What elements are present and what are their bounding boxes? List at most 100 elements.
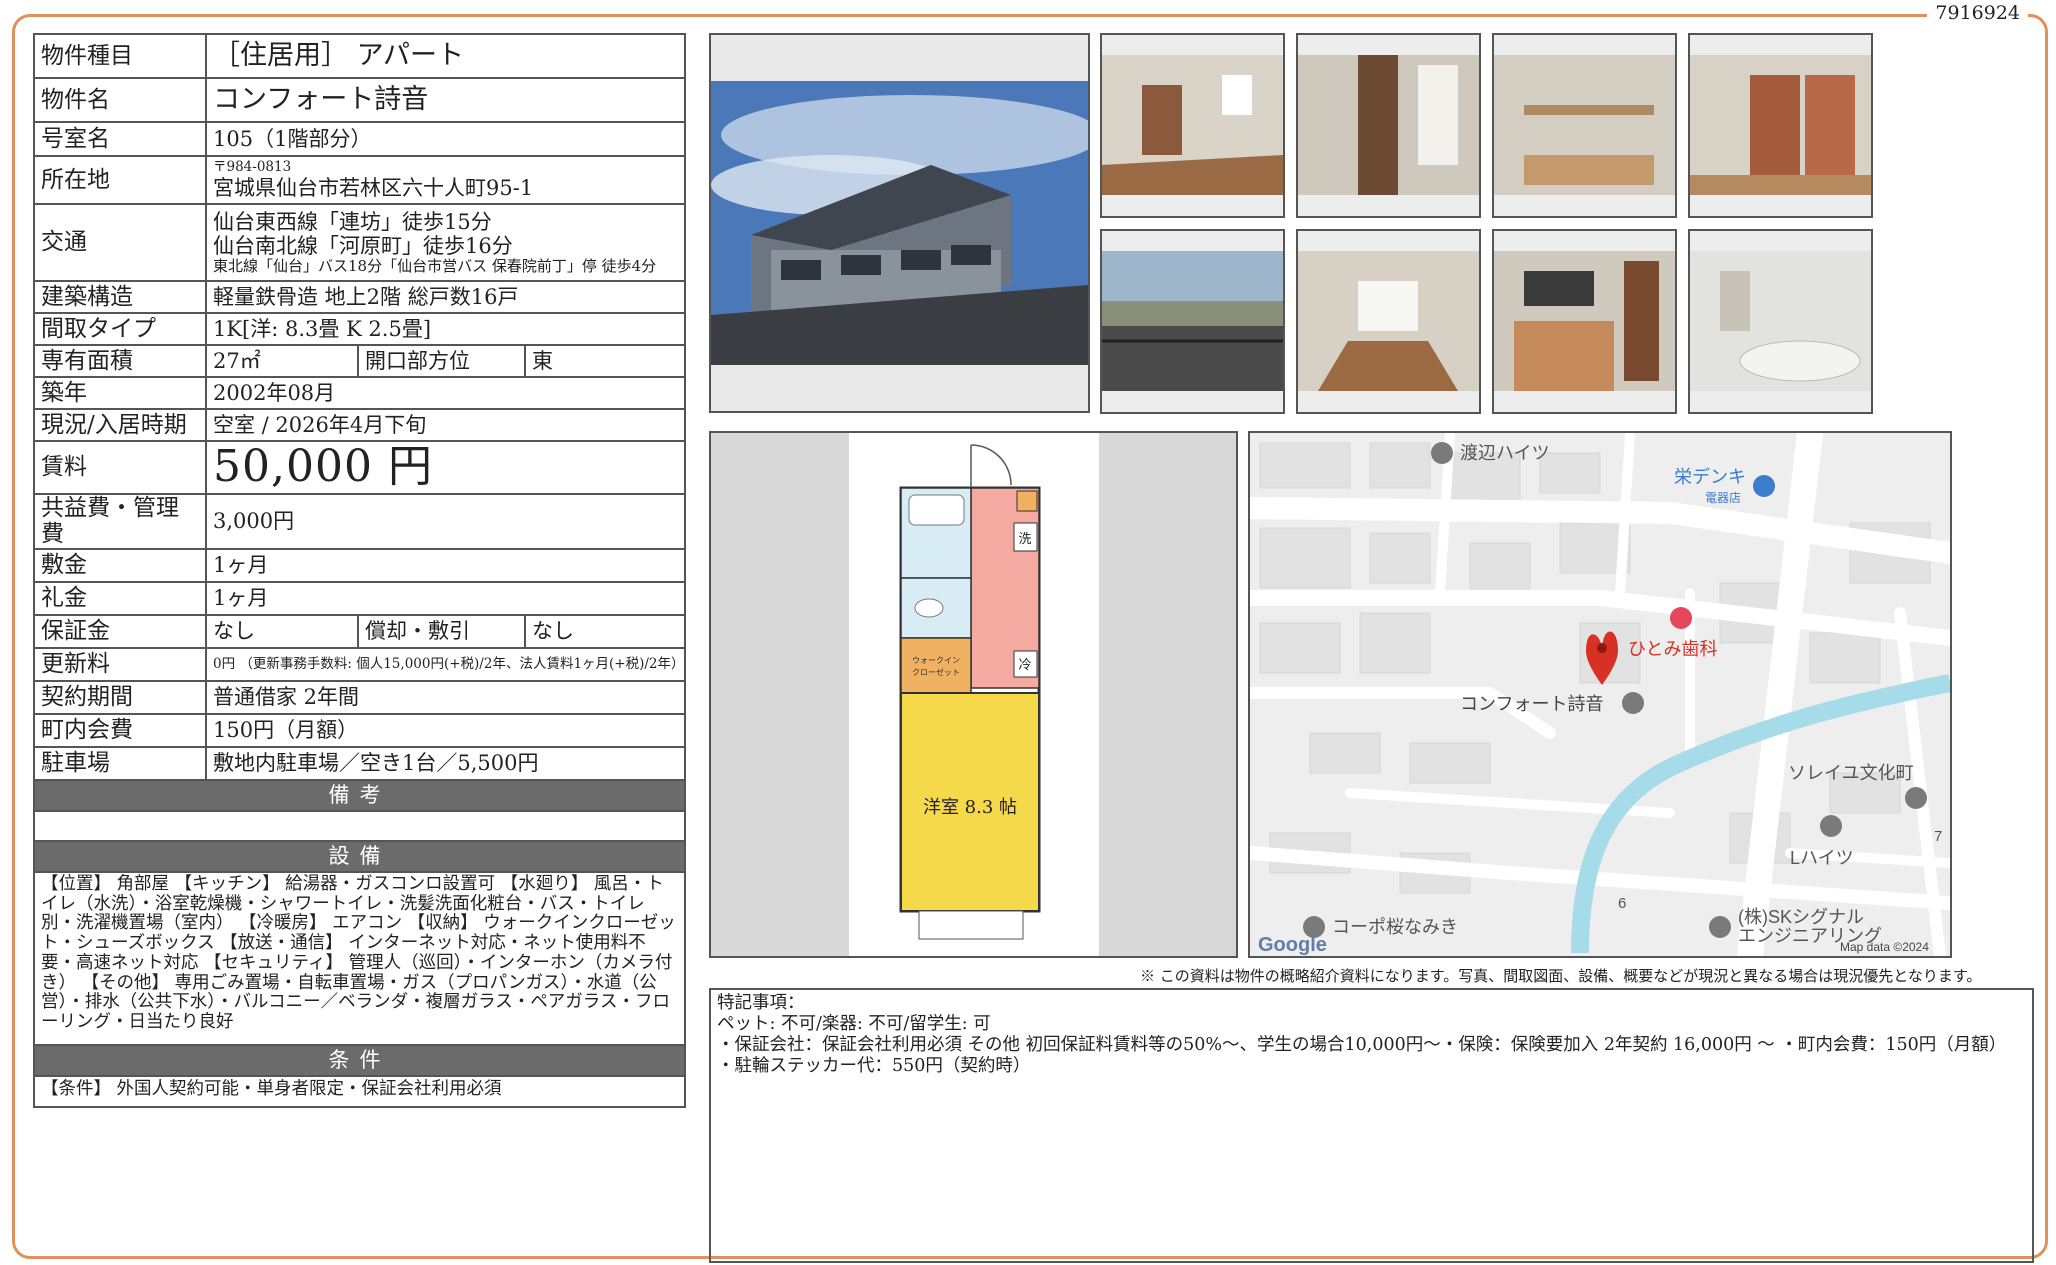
special-notes-line-1: ペット: 不可/楽器: 不可/留学生: 可	[717, 1014, 991, 1034]
equipment-text: 【位置】 角部屋 【キッチン】 給湯器・ガスコンロ設置可 【水廻り】 風呂・トイ…	[33, 870, 686, 1046]
row-rent: 賃料 50,000 円	[33, 440, 686, 495]
map-drawing: 渡辺ハイツ 栄デンキ 電器店 ひとみ歯科 コンフォート詩音 ソレイユ文化町 Lハ…	[1250, 433, 1950, 956]
label-room: 号室名	[33, 121, 207, 157]
label-rent: 賃料	[33, 440, 207, 495]
section-equipment-header: 設備	[33, 839, 686, 873]
equipment-heading: 設備	[33, 839, 686, 873]
label-fee: 共益費・管理費	[33, 493, 207, 550]
photo-thumb-storage-image	[1494, 35, 1675, 216]
photo-thumb-storage[interactable]	[1492, 33, 1677, 218]
label-key-money: 礼金	[33, 580, 207, 616]
label-renewal: 更新料	[33, 646, 207, 682]
value-deposit: 1ヶ月	[205, 547, 686, 583]
conditions-text: 【条件】 外国人契約可能・単身者限定・保証会社利用必須	[33, 1074, 686, 1108]
row-deposit: 敷金 1ヶ月	[33, 547, 686, 583]
fridge-label: 冷	[1018, 658, 1031, 673]
label-built: 築年	[33, 376, 207, 410]
map-label-soleil: ソレイユ文化町	[1788, 763, 1914, 783]
notes-heading: 備考	[33, 778, 686, 812]
value-name: コンフォート詩音	[205, 77, 686, 123]
row-type: 物件種目 ［住居用］ アパート	[33, 33, 686, 79]
row-key-money: 礼金 1ヶ月	[33, 580, 686, 616]
value-room: 105（1階部分）	[205, 121, 686, 157]
label-amortization: 償却・敷引	[357, 613, 526, 649]
floor-plan-sheet: ウォークイン クローゼット 洗 冷 洋室 8.3 帖	[849, 433, 1099, 956]
label-type: 物件種目	[33, 33, 207, 79]
closet-label-1: ウォークイン	[912, 656, 960, 665]
row-built: 築年 2002年08月	[33, 376, 686, 410]
value-rent: 50,000 円	[205, 440, 686, 495]
special-notes-title: 特記事項：	[717, 993, 805, 1013]
access-line-1: 仙台東西線「連坊」徒歩15分	[213, 209, 492, 234]
value-built: 2002年08月	[205, 376, 686, 410]
row-name: 物件名 コンフォート詩音	[33, 77, 686, 123]
disclaimer-text: ※ この資料は物件の概略紹介資料になります。写真、間取図面、設備、概要などが現況…	[1140, 967, 1982, 985]
value-area: 27㎡	[205, 344, 359, 378]
map-attribution: Map data ©2024	[1840, 940, 1929, 954]
section-notes-body	[33, 809, 686, 842]
value-structure: 軽量鉄骨造 地上2階 総戸数16戸	[205, 280, 686, 314]
section-notes-header: 備考	[33, 778, 686, 812]
floor-plan[interactable]: ウォークイン クローゼット 洗 冷 洋室 8.3 帖	[709, 431, 1238, 958]
map-label-l-heights: Lハイツ	[1790, 848, 1854, 868]
section-equipment-body: 【位置】 角部屋 【キッチン】 給湯器・ガスコンロ設置可 【水廻り】 風呂・トイ…	[33, 870, 686, 1046]
value-status: 空室 / 2026年4月下旬	[205, 408, 686, 442]
photo-thumb-kitchen[interactable]	[1492, 229, 1677, 414]
value-address: 〒984-0813 宮城県仙台市若林区六十人町95-1	[205, 155, 686, 205]
postal-code: 〒984-0813	[213, 159, 292, 176]
row-renewal: 更新料 0円 （更新事務手数料: 個人15,000円(+税)/2年、法人賃料1ヶ…	[33, 646, 686, 682]
building-photo-image	[711, 35, 1088, 411]
photo-thumb-shoebox-image	[1690, 35, 1871, 216]
special-notes-line-3: ・駐輪ステッカー代：550円（契約時）	[717, 1056, 1031, 1076]
value-amortization: なし	[524, 613, 686, 649]
value-access: 仙台東西線「連坊」徒歩15分 仙台南北線「河原町」徒歩16分 東北線「仙台」バス…	[205, 203, 686, 282]
photo-thumb-room-2[interactable]	[1296, 229, 1481, 414]
label-contract: 契約期間	[33, 679, 207, 715]
label-area: 専有面積	[33, 344, 207, 378]
row-fee: 共益費・管理費 3,000円	[33, 493, 686, 550]
row-town-fee: 町内会費 150円（月額）	[33, 712, 686, 748]
row-address: 所在地 〒984-0813 宮城県仙台市若林区六十人町95-1	[33, 155, 686, 205]
label-structure: 建築構造	[33, 280, 207, 314]
label-town-fee: 町内会費	[33, 712, 207, 748]
photo-thumb-kitchen-image	[1494, 231, 1675, 412]
photo-thumb-shoebox[interactable]	[1688, 33, 1873, 218]
row-parking: 駐車場 敷地内駐車場／空き1台／5,500円	[33, 745, 686, 781]
photo-thumb-bathroom[interactable]	[1688, 229, 1873, 414]
label-address: 所在地	[33, 155, 207, 205]
photo-thumb-balcony[interactable]	[1100, 229, 1285, 414]
value-key-money: 1ヶ月	[205, 580, 686, 616]
row-structure: 建築構造 軽量鉄骨造 地上2階 総戸数16戸	[33, 280, 686, 314]
map-label-block-6: 6	[1618, 895, 1626, 912]
building-photo[interactable]	[709, 33, 1090, 413]
floor-plan-drawing: ウォークイン クローゼット 洗 冷 洋室 8.3 帖	[899, 444, 1041, 940]
value-town-fee: 150円（月額）	[205, 712, 686, 748]
property-info-table: 物件種目 ［住居用］ アパート 物件名 コンフォート詩音 号室名 105（1階部…	[33, 33, 686, 1108]
google-logo: Google	[1258, 934, 1327, 956]
notes-content	[33, 809, 686, 842]
address-text: 宮城県仙台市若林区六十人町95-1	[213, 175, 534, 200]
room-label: 洋室 8.3 帖	[923, 797, 1017, 818]
label-status: 現況/入居時期	[33, 408, 207, 442]
value-direction: 東	[524, 344, 686, 378]
value-layout: 1K[洋: 8.3畳 K 2.5畳]	[205, 312, 686, 346]
label-layout: 間取タイプ	[33, 312, 207, 346]
photo-thumb-balcony-image	[1102, 231, 1283, 412]
value-contract: 普通借家 2年間	[205, 679, 686, 715]
map-label-sakae-sub: 電器店	[1705, 491, 1741, 505]
location-map[interactable]: 渡辺ハイツ 栄デンキ 電器店 ひとみ歯科 コンフォート詩音 ソレイユ文化町 Lハ…	[1248, 431, 1952, 958]
washer-label: 洗	[1018, 532, 1031, 547]
photo-thumb-closet[interactable]	[1296, 33, 1481, 218]
map-label-sakura: コーポ桜なみき	[1332, 917, 1458, 937]
value-parking: 敷地内駐車場／空き1台／5,500円	[205, 745, 686, 781]
map-label-target: コンフォート詩音	[1460, 694, 1603, 714]
photo-thumb-room-1[interactable]	[1100, 33, 1285, 218]
map-label-sk-1: (株)SKシグナル	[1738, 907, 1864, 927]
value-fee: 3,000円	[205, 493, 686, 550]
conditions-heading: 条件	[33, 1043, 686, 1077]
label-access: 交通	[33, 203, 207, 282]
document-id: 7916924	[1927, 2, 2028, 24]
map-label-watanabe: 渡辺ハイツ	[1460, 443, 1550, 463]
photo-thumb-closet-image	[1298, 35, 1479, 216]
map-label-sakae: 栄デンキ	[1674, 467, 1746, 487]
